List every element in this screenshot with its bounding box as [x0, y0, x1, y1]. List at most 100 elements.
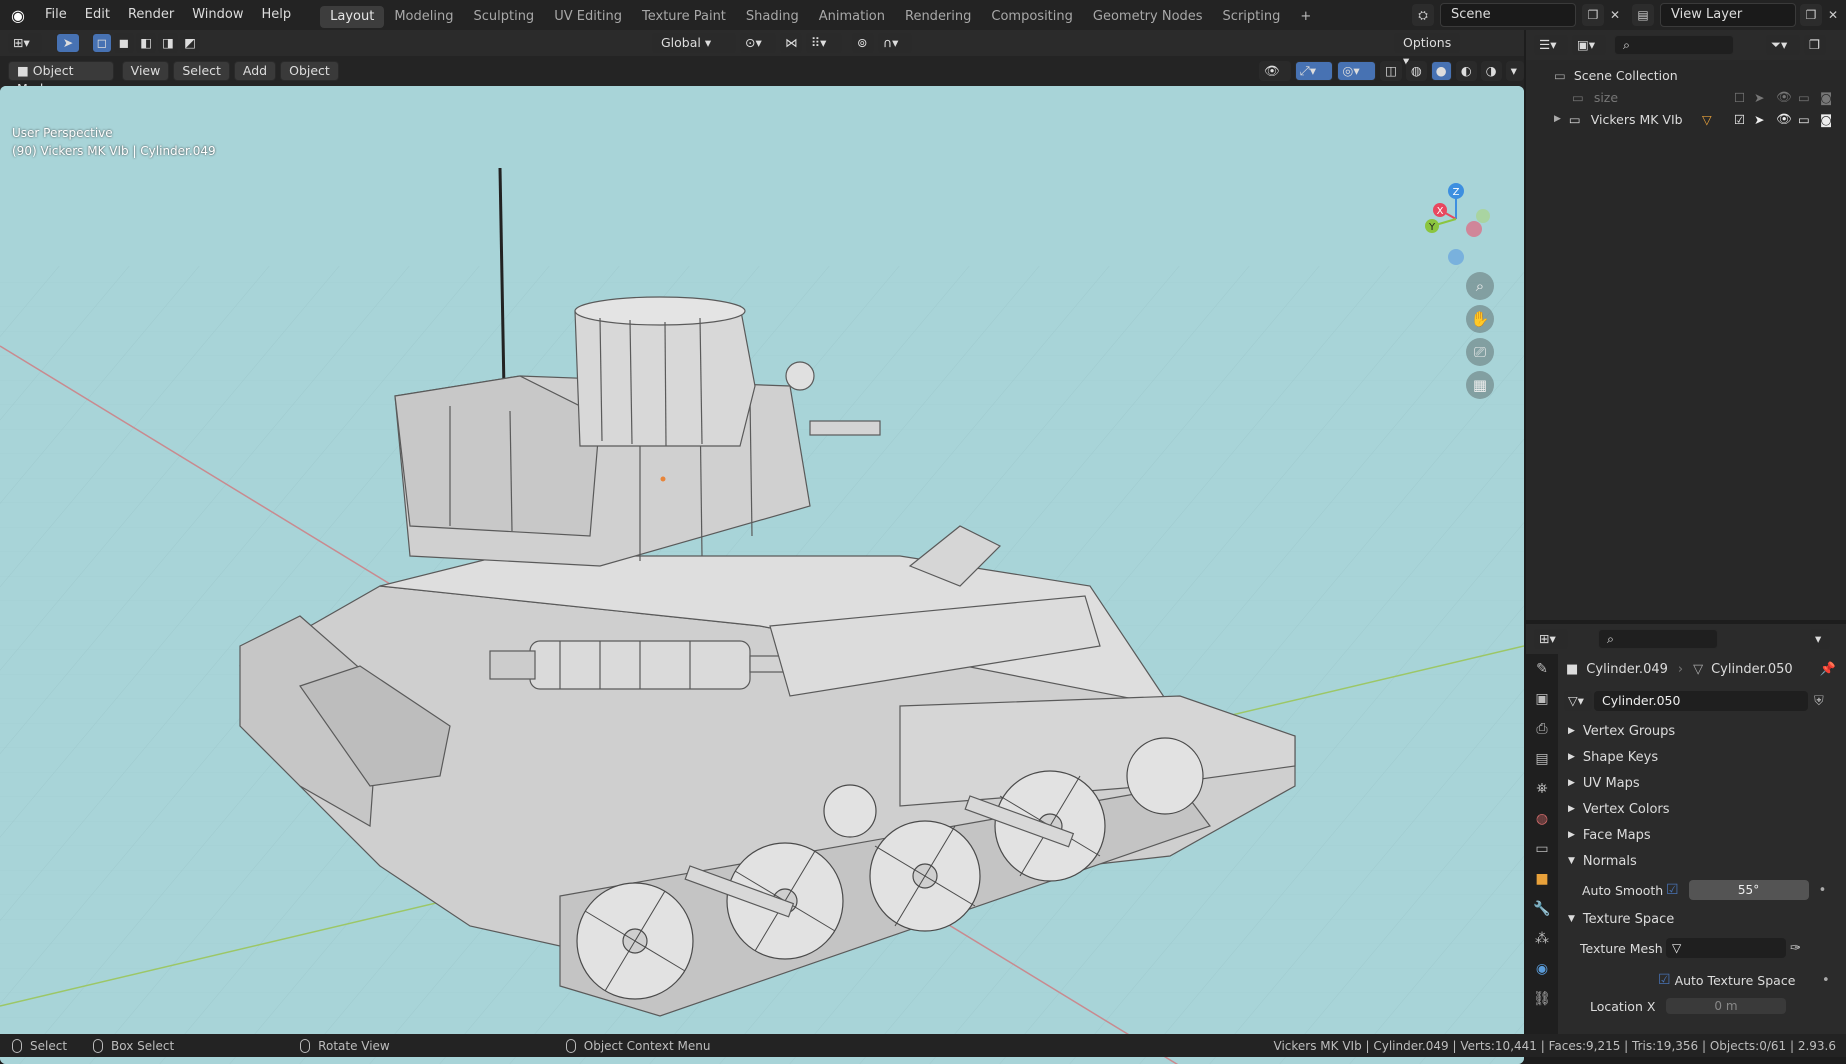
menu-window[interactable]: Window	[183, 0, 252, 30]
tab-texture-paint[interactable]: Texture Paint	[632, 6, 736, 28]
tab-sculpting[interactable]: Sculpting	[463, 6, 544, 28]
new-view-layer-icon[interactable]: ❐	[1800, 4, 1822, 26]
rendered-shading-icon[interactable]: ◑	[1480, 61, 1502, 81]
xray-toggle-icon[interactable]: ◫	[1380, 61, 1402, 81]
object-menu[interactable]: Object	[280, 61, 339, 81]
render-camera-icon[interactable]: ◙	[1820, 90, 1832, 105]
world-tab-icon[interactable]: ◍	[1526, 804, 1558, 834]
view-menu[interactable]: View	[121, 61, 170, 81]
proportional-edit-icon[interactable]: ⊚	[852, 33, 874, 53]
new-scene-icon[interactable]: ❐	[1582, 4, 1604, 26]
menu-help[interactable]: Help	[253, 0, 301, 30]
outliner-item-size[interactable]: ▭ size ☐ ➤ 👁 ▭ ◙	[1526, 86, 1846, 108]
tab-geometry-nodes[interactable]: Geometry Nodes	[1083, 6, 1213, 28]
editor-type-icon[interactable]: ⊞▾	[8, 33, 42, 53]
auto-smooth-checkbox[interactable]: ☑	[1666, 882, 1679, 898]
tab-compositing[interactable]: Compositing	[981, 6, 1083, 28]
tab-modeling[interactable]: Modeling	[384, 6, 463, 28]
eyedropper-icon[interactable]: ✑	[1790, 941, 1801, 956]
mode-dropdown[interactable]: ■ Object Mode ▾	[8, 61, 114, 96]
snap-toggle-icon[interactable]: ⋈	[780, 33, 802, 53]
transform-orientation-dropdown[interactable]: Global ▾	[652, 33, 736, 53]
collection-tab-icon[interactable]: ▭	[1526, 834, 1558, 864]
object-tab-icon[interactable]: ■	[1526, 864, 1558, 894]
keyframe-dot-icon[interactable]: •	[1819, 883, 1827, 898]
pivot-point-icon[interactable]: ⊙▾	[740, 33, 776, 53]
scene-tab-icon[interactable]: ⛯	[1526, 774, 1558, 804]
section-normals[interactable]: ▼ Normals	[1560, 848, 1846, 874]
properties-options-icon[interactable]: ▾	[1810, 629, 1830, 649]
properties-search-input[interactable]: ⌕	[1598, 629, 1718, 649]
tab-shading[interactable]: Shading	[736, 6, 809, 28]
menu-file[interactable]: File	[36, 0, 76, 30]
expand-arrow-icon[interactable]: ▶	[1554, 114, 1561, 124]
tab-uv-editing[interactable]: UV Editing	[544, 6, 632, 28]
options-dropdown[interactable]: Options ▾	[1394, 33, 1460, 68]
include-checkbox[interactable]: ☑	[1734, 112, 1745, 127]
visibility-icon[interactable]: 👁▾	[1258, 61, 1291, 96]
select-intersect-icon[interactable]: ◩	[180, 33, 200, 53]
auto-texture-space-checkbox[interactable]: ☑	[1658, 972, 1671, 988]
select-new-icon[interactable]: ◻	[92, 33, 112, 53]
tab-animation[interactable]: Animation	[809, 6, 895, 28]
section-vertex-groups[interactable]: ▶ Vertex Groups	[1560, 718, 1846, 744]
outliner-search-input[interactable]: ⌕	[1614, 35, 1734, 55]
section-texture-space[interactable]: ▼ Texture Space	[1560, 906, 1846, 932]
particles-tab-icon[interactable]: ⁂	[1526, 924, 1558, 954]
mesh-data-icon[interactable]: ▽	[1702, 112, 1712, 127]
material-shading-icon[interactable]: ◐	[1455, 61, 1477, 81]
gizmo-toggle-icon[interactable]: ⤢▾	[1294, 61, 1334, 81]
proportional-falloff-icon[interactable]: ∩▾	[878, 33, 912, 53]
outliner-editor-type-icon[interactable]: ☰▾	[1534, 35, 1568, 55]
eye-icon[interactable]: 👁	[1776, 111, 1792, 127]
auto-smooth-angle-field[interactable]: 55°	[1688, 880, 1809, 900]
wireframe-shading-icon[interactable]: ◍	[1405, 61, 1427, 81]
selectable-icon[interactable]: ➤	[1754, 90, 1764, 105]
filter-icon[interactable]: ⏷▾	[1766, 35, 1800, 55]
properties-editor-type-icon[interactable]: ⊞▾	[1534, 629, 1568, 649]
outliner-item-vickers[interactable]: ▶ ▭ Vickers MK VIb ▽ ☑ ➤ 👁 ▭ ◙	[1526, 108, 1846, 130]
mesh-browse-icon[interactable]: ▽▾	[1564, 691, 1592, 711]
pan-hand-icon[interactable]: ✋	[1466, 305, 1494, 333]
render-camera-icon[interactable]: ◙	[1820, 112, 1832, 127]
selectable-icon[interactable]: ➤	[1754, 112, 1764, 127]
select-subtract-icon[interactable]: ◧	[136, 33, 156, 53]
monitor-icon[interactable]: ▭	[1798, 90, 1810, 105]
section-face-maps[interactable]: ▶ Face Maps	[1560, 822, 1846, 848]
location-x-field[interactable]: 0 m	[1666, 998, 1786, 1014]
snap-target-icon[interactable]: ⠿▾	[806, 33, 842, 53]
menu-edit[interactable]: Edit	[76, 0, 119, 30]
overlays-toggle-icon[interactable]: ◎▾	[1337, 61, 1377, 81]
view-layer-tab-icon[interactable]: ▤	[1526, 744, 1558, 774]
delete-scene-icon[interactable]: ✕	[1604, 4, 1626, 26]
view-layer-selector[interactable]: View Layer	[1660, 3, 1796, 27]
fake-user-shield-icon[interactable]: ⛨	[1814, 694, 1824, 709]
blender-logo-icon[interactable]: ◉	[0, 0, 36, 30]
constraints-tab-icon[interactable]: ⛓	[1526, 984, 1558, 1014]
scene-browse-icon[interactable]: ⛭	[1412, 4, 1434, 26]
output-tab-icon[interactable]: ⎙	[1526, 714, 1558, 744]
tab-layout[interactable]: Layout	[320, 6, 385, 28]
tool-tab-icon[interactable]: ✎	[1526, 654, 1558, 684]
3d-viewport[interactable]: Z X Y User Perspective (90) Vickers MK V…	[0, 86, 1524, 1064]
menu-render[interactable]: Render	[119, 0, 183, 30]
monitor-icon[interactable]: ▭	[1798, 112, 1810, 127]
view-layer-browse-icon[interactable]: ▤	[1632, 4, 1654, 26]
solid-shading-icon[interactable]: ●	[1430, 61, 1452, 81]
render-tab-icon[interactable]: ▣	[1526, 684, 1558, 714]
select-extend-icon[interactable]: ◼	[114, 33, 134, 53]
shading-options-icon[interactable]: ▾	[1505, 61, 1524, 81]
exclude-checkbox[interactable]: ☐	[1734, 90, 1745, 105]
texture-mesh-input[interactable]: ▽	[1666, 938, 1786, 958]
select-menu[interactable]: Select	[173, 61, 230, 81]
new-collection-icon[interactable]: ❐	[1804, 35, 1826, 55]
tab-rendering[interactable]: Rendering	[895, 6, 981, 28]
outliner-root-row[interactable]: ▭ Scene Collection	[1526, 64, 1846, 86]
display-mode-icon[interactable]: ▣▾	[1572, 35, 1606, 55]
keyframe-dot-icon[interactable]: •	[1822, 973, 1830, 988]
delete-view-layer-icon[interactable]: ✕	[1822, 4, 1844, 26]
scene-selector[interactable]: Scene	[1440, 3, 1576, 27]
camera-view-icon[interactable]: ⎚	[1466, 338, 1494, 366]
perspective-grid-icon[interactable]: ▦	[1466, 371, 1494, 399]
pin-icon[interactable]: 📌	[1820, 662, 1836, 677]
